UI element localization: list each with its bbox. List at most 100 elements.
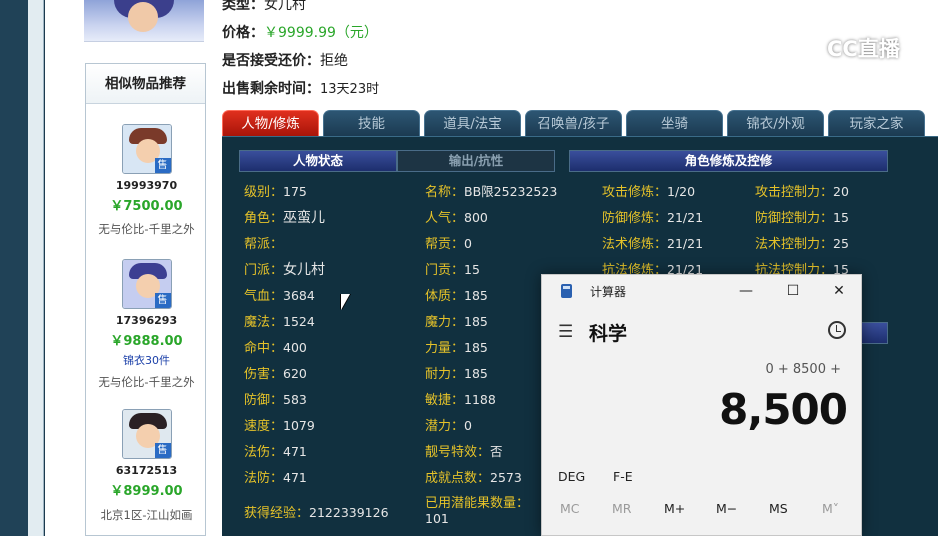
stat-value: 3684	[283, 288, 315, 303]
similar-item[interactable]: 售 19993970 ￥7500.00 无与伦比-千里之外	[86, 124, 207, 237]
similar-item[interactable]: 售 63172513 ￥8999.00 北京1区-江山如画	[86, 409, 207, 523]
stat-row: 帮派：	[244, 233, 283, 252]
stat-value: 1524	[283, 314, 315, 329]
stat-label: 已用潜能果数量：	[425, 496, 530, 511]
stat-value: 女儿村	[283, 262, 326, 278]
item-avatar[interactable]: 售	[121, 409, 172, 459]
stat-row: 法术控制力：25	[755, 233, 849, 252]
stat-row: 法伤：471	[244, 441, 307, 460]
stat-value: 583	[283, 392, 307, 407]
stat-row: 伤害：620	[244, 363, 307, 382]
stat-row: 魔力：185	[425, 311, 488, 330]
item-avatar[interactable]: 售	[121, 124, 172, 174]
stat-row: 力量：185	[425, 337, 488, 356]
stat-row: 魔法：1524	[244, 311, 315, 330]
calculator-mode: 科学	[589, 323, 628, 345]
sale-badge: 售	[154, 293, 171, 308]
stat-row: 角色：巫蛮儿	[244, 207, 325, 227]
stat-row: 名称：BB限25232523	[425, 181, 557, 200]
memory-list-button[interactable]: M˅	[822, 501, 839, 516]
stat-label: 速度：	[244, 419, 284, 434]
stat-value: 15	[464, 262, 480, 277]
stat-row: 敏捷：1188	[425, 389, 496, 408]
stat-row: 已用潜能果数量： 101	[425, 492, 545, 526]
stat-row: 防御修炼：21/21	[602, 207, 703, 226]
similar-items-panel: 相似物品推荐 售 19993970 ￥7500.00 无与伦比-千里之外 售 1…	[85, 63, 206, 536]
calculator-titlebar: 计算器 — ☐ ✕	[542, 275, 863, 307]
stat-label: 角色：	[244, 211, 284, 226]
stat-label: 攻击控制力：	[755, 185, 834, 200]
stat-label: 潜力：	[425, 419, 465, 434]
calculator-result: 8,500	[719, 385, 848, 434]
stat-row: 气血：3684	[244, 285, 315, 304]
stat-value: 185	[464, 288, 488, 303]
mouse-cursor	[341, 294, 350, 310]
stat-value: 1188	[464, 392, 496, 407]
stat-label: 魔法：	[244, 315, 284, 330]
stat-value: 20	[833, 184, 849, 199]
tab-skills[interactable]: 技能	[323, 110, 420, 136]
minimize-icon[interactable]: —	[735, 281, 757, 301]
stat-row: 获得经验：2122339126	[244, 502, 389, 521]
stat-value: 0	[464, 236, 472, 251]
watermark-logo-icon	[796, 36, 824, 64]
tab-items[interactable]: 道具/法宝	[424, 110, 521, 136]
history-icon[interactable]	[828, 321, 846, 339]
stat-label: 力量：	[425, 341, 465, 356]
left-gutter	[28, 0, 44, 536]
similar-item[interactable]: 售 17396293 ￥9888.00 锦衣30件 无与伦比-千里之外	[86, 259, 207, 390]
stat-value: BB限25232523	[464, 184, 558, 199]
stat-label: 耐力：	[425, 367, 465, 382]
deg-button[interactable]: DEG	[558, 469, 585, 484]
calculator-title: 计算器	[590, 285, 627, 299]
stat-value: 101	[425, 511, 449, 526]
stat-value: 185	[464, 314, 488, 329]
stat-label: 人气：	[425, 211, 465, 226]
subtab-cultivation[interactable]: 角色修炼及控修	[569, 150, 888, 172]
stat-label: 气血：	[244, 289, 284, 304]
subtab-attack[interactable]: 输出/抗性	[397, 150, 555, 172]
stat-row: 门贡：15	[425, 259, 480, 278]
type-row: 类型：女儿村	[222, 0, 306, 13]
stat-label: 靓号特效：	[425, 445, 491, 460]
stat-value: 185	[464, 340, 488, 355]
stat-value: 0	[464, 418, 472, 433]
mc-button[interactable]: MC	[560, 501, 580, 516]
stat-row: 速度：1079	[244, 415, 315, 434]
calculator-icon	[561, 284, 572, 298]
tab-outfits[interactable]: 锦衣/外观	[727, 110, 824, 136]
tab-character[interactable]: 人物/修炼	[222, 110, 319, 136]
stat-value: 471	[283, 444, 307, 459]
stat-label: 伤害：	[244, 367, 284, 382]
bargain-row: 是否接受还价：拒绝	[222, 53, 348, 69]
item-avatar[interactable]: 售	[121, 259, 172, 309]
stat-row: 体质：185	[425, 285, 488, 304]
stat-value: 1/20	[667, 184, 696, 199]
stat-value: 620	[283, 366, 307, 381]
ms-button[interactable]: MS	[769, 501, 788, 516]
stat-value: 21/21	[667, 210, 704, 225]
stat-value: 1079	[283, 418, 315, 433]
fe-button[interactable]: F-E	[613, 469, 633, 484]
subtab-status[interactable]: 人物状态	[239, 150, 397, 172]
m-plus-button[interactable]: M+	[664, 501, 685, 516]
stat-label: 命中：	[244, 341, 284, 356]
stat-row: 靓号特效：否	[425, 441, 503, 460]
tab-mounts[interactable]: 坐骑	[626, 110, 723, 136]
calculator-window: 计算器 — ☐ ✕ ☰ 科学 0 + 8500 + 8,500 DEG F-E …	[541, 274, 862, 536]
sale-badge: 售	[154, 443, 171, 458]
stat-label: 门派：	[244, 263, 284, 278]
stat-value: 471	[283, 470, 307, 485]
stat-label: 防御：	[244, 393, 284, 408]
maximize-icon[interactable]: ☐	[782, 281, 804, 301]
tab-home[interactable]: 玩家之家	[828, 110, 925, 136]
stat-label: 法术控制力：	[755, 237, 834, 252]
price-row: 价格：￥9999.99（元）	[222, 25, 378, 41]
close-icon[interactable]: ✕	[828, 281, 850, 301]
mr-button[interactable]: MR	[612, 501, 631, 516]
stat-label: 成就点数：	[425, 471, 491, 486]
tab-pets[interactable]: 召唤兽/孩子	[525, 110, 622, 136]
stat-row: 成就点数：2573	[425, 467, 522, 486]
m-minus-button[interactable]: M−	[716, 501, 737, 516]
menu-icon[interactable]: ☰	[558, 322, 573, 342]
